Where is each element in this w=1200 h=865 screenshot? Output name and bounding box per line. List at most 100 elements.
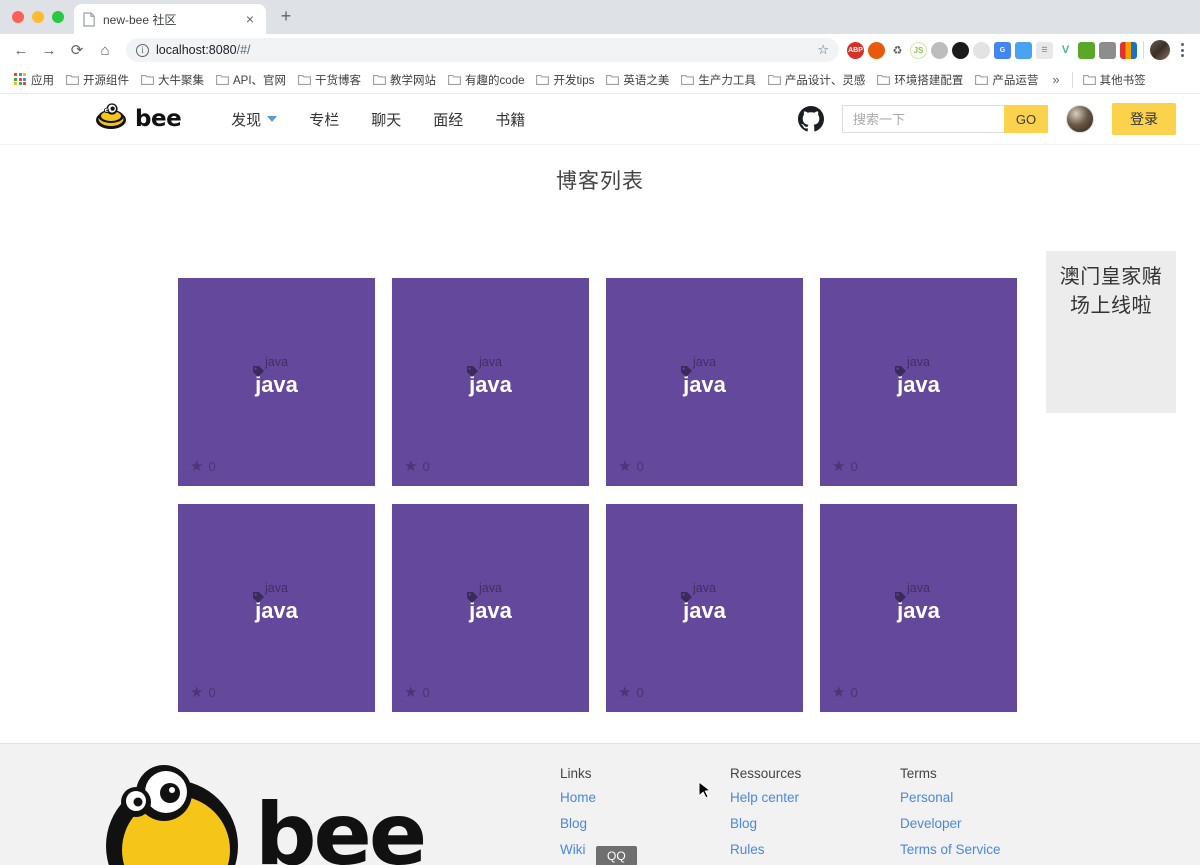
blog-card[interactable]: java java ★ 0 (606, 504, 803, 712)
page-viewport: bee 发现 专栏 聊天 面经 书籍 (0, 94, 1200, 865)
blue-note-icon[interactable] (1015, 42, 1032, 59)
site-logo-link[interactable]: bee (95, 103, 181, 135)
blog-card[interactable]: java java ★ 0 (392, 504, 589, 712)
card-title-row: java (897, 600, 940, 622)
reload-button[interactable]: ⟳ (64, 37, 90, 63)
bookmark-folder-2[interactable]: 大牛聚集 (136, 69, 209, 91)
card-title-row: java (683, 374, 726, 396)
forward-button[interactable]: → (36, 37, 62, 63)
tab-strip: new-bee 社区 × + (0, 0, 1200, 34)
json-viewer-icon[interactable]: JS (910, 42, 927, 59)
maximize-window-button[interactable] (52, 11, 64, 23)
footer-column-title: Links (560, 766, 730, 781)
bookmark-label: API、官网 (233, 72, 286, 88)
nav-item-discover[interactable]: 发现 (215, 103, 293, 136)
window-controls (8, 0, 74, 34)
qq-badge[interactable]: QQ (596, 846, 637, 865)
card-star-count: 0 (850, 459, 857, 474)
footer-column-links: Links Home Blog Wiki (560, 766, 730, 865)
close-window-button[interactable] (12, 11, 24, 23)
blog-card[interactable]: java java ★ 0 (392, 278, 589, 486)
footer-link-terms-of-service[interactable]: Terms of Service (900, 840, 1070, 861)
nav-item-interview[interactable]: 面经 (417, 103, 479, 136)
site-info-icon[interactable]: i (136, 44, 149, 57)
card-content: java java (178, 582, 375, 622)
blog-card[interactable]: java java ★ 0 (820, 504, 1017, 712)
bookmark-folder-7[interactable]: 开发tips (531, 69, 599, 91)
evernote-icon[interactable] (1078, 42, 1095, 59)
blog-card[interactable]: java java ★ 0 (178, 278, 375, 486)
recycle-extension-icon[interactable]: ♻ (889, 42, 906, 59)
clipboard-icon[interactable]: ☰ (1036, 42, 1053, 59)
bookmark-label: 开源组件 (83, 72, 129, 88)
bookmark-folder-9[interactable]: 生产力工具 (676, 69, 761, 91)
bookmark-folder-6[interactable]: 有趣的code (443, 69, 529, 91)
search-input[interactable] (842, 105, 1004, 133)
bookmark-other[interactable]: 其他书签 (1078, 69, 1151, 91)
blog-card[interactable]: java java ★ 0 (820, 278, 1017, 486)
folder-icon (298, 74, 311, 85)
bookmark-folder-12[interactable]: 产品运营 (970, 69, 1043, 91)
bookmark-folder-10[interactable]: 产品设计、灵感 (763, 69, 871, 91)
blog-card[interactable]: java java ★ 0 (178, 504, 375, 712)
search-go-button[interactable]: GO (1004, 105, 1048, 133)
bookmark-apps[interactable]: 应用 (9, 69, 59, 91)
minimize-window-button[interactable] (32, 11, 44, 23)
nav-item-column[interactable]: 专栏 (293, 103, 355, 136)
footer-link-blog[interactable]: Blog (560, 814, 730, 835)
card-content: java java (606, 582, 803, 622)
browser-window: new-bee 社区 × + ← → ⟳ ⌂ i localhost:8080/… (0, 0, 1200, 865)
bookmark-folder-11[interactable]: 环境搭建配置 (872, 69, 968, 91)
bookmark-folder-1[interactable]: 开源组件 (61, 69, 134, 91)
card-footer: ★ 0 (190, 459, 216, 474)
login-button[interactable]: 登录 (1112, 103, 1176, 135)
card-title-row: java (255, 374, 298, 396)
advertisement-text: 澳门皇家赌场上线啦 (1054, 263, 1168, 321)
bookmark-label: 环境搭建配置 (894, 72, 963, 88)
adblock-plus-icon[interactable]: ABP (847, 42, 864, 59)
google-translate-icon[interactable]: G (994, 42, 1011, 59)
card-title-row: java (469, 374, 512, 396)
bookmark-folder-4[interactable]: 干货博客 (293, 69, 366, 91)
card-content: java java (392, 582, 589, 622)
close-tab-button[interactable]: × (242, 12, 258, 26)
footer-link-rules[interactable]: Rules (730, 840, 900, 861)
footer-link-personal[interactable]: Personal (900, 788, 1070, 809)
bookmarks-overflow-button[interactable]: » (1045, 69, 1066, 90)
footer-link-blog[interactable]: Blog (730, 814, 900, 835)
card-footer: ★ 0 (832, 685, 858, 700)
new-tab-button[interactable]: + (274, 4, 298, 28)
analytics-icon[interactable] (1099, 42, 1116, 59)
footer-link-developer[interactable]: Developer (900, 814, 1070, 835)
bookmark-label: 开发tips (553, 72, 594, 88)
bookmark-folder-3[interactable]: API、官网 (211, 69, 291, 91)
bookmark-label: 教学网站 (390, 72, 436, 88)
advertisement-banner[interactable]: 澳门皇家赌场上线啦 (1046, 251, 1176, 413)
footer-link-home[interactable]: Home (560, 788, 730, 809)
gray-drop-icon[interactable] (931, 42, 948, 59)
bookmark-folder-5[interactable]: 教学网站 (368, 69, 441, 91)
user-avatar[interactable] (1066, 105, 1094, 133)
github-icon[interactable] (798, 106, 824, 132)
home-button[interactable]: ⌂ (92, 37, 118, 63)
blog-card[interactable]: java java ★ 0 (606, 278, 803, 486)
card-star-count: 0 (636, 685, 643, 700)
black-target-icon[interactable] (952, 42, 969, 59)
bookmark-star-icon[interactable]: ☆ (817, 42, 829, 58)
browser-tab[interactable]: new-bee 社区 × (74, 4, 266, 34)
footer-link-help-center[interactable]: Help center (730, 788, 900, 809)
nav-item-chat[interactable]: 聊天 (355, 103, 417, 136)
vue-devtools-icon[interactable]: V (1057, 42, 1074, 59)
chrome-profile-avatar[interactable] (1150, 40, 1170, 60)
folder-icon (536, 74, 549, 85)
back-button[interactable]: ← (8, 37, 34, 63)
nav-item-books[interactable]: 书籍 (479, 103, 541, 136)
site-brand-text: bee (135, 106, 181, 132)
colorful-extension-icon[interactable] (1120, 42, 1137, 59)
bookmark-folder-8[interactable]: 英语之美 (601, 69, 674, 91)
chrome-menu-button[interactable] (1172, 43, 1192, 57)
address-bar[interactable]: i localhost:8080/#/ ☆ (126, 38, 839, 62)
orange-extension-icon[interactable] (868, 42, 885, 59)
light-gray-icon[interactable] (973, 42, 990, 59)
footer-link-wiki[interactable]: Wiki (560, 840, 730, 861)
